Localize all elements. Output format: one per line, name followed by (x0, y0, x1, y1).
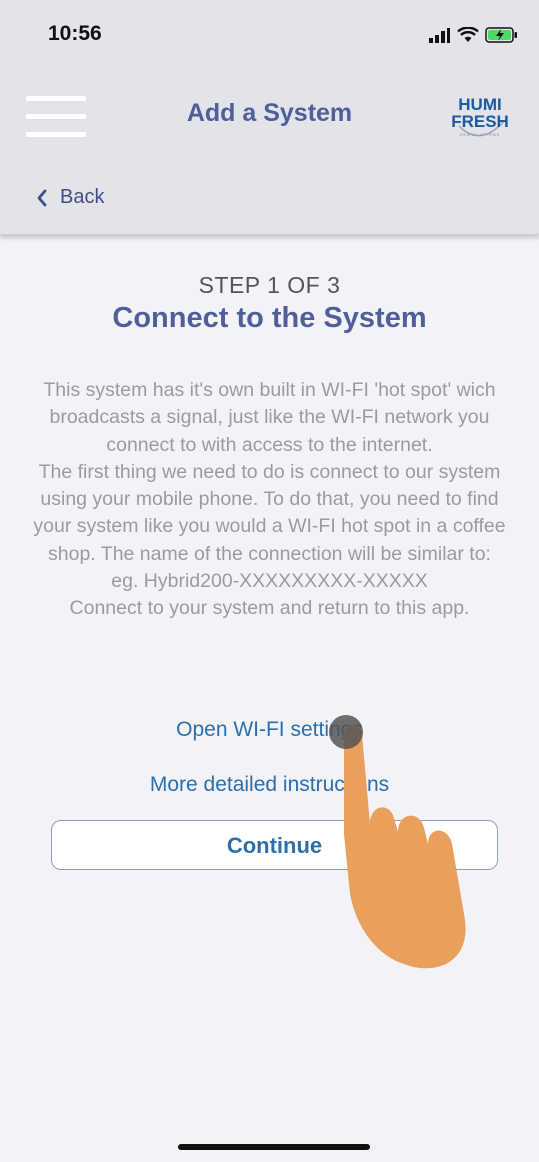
svg-text:VENTILATIONS: VENTILATIONS (460, 132, 501, 137)
wifi-icon (457, 27, 479, 42)
detailed-instructions-link[interactable]: More detailed instructions (0, 773, 539, 797)
open-wifi-settings-link[interactable]: Open WI-FI settings (0, 718, 539, 742)
status-icons (429, 24, 519, 46)
step-indicator: STEP 1 OF 3 (198, 272, 341, 298)
cellular-signal-icon (429, 28, 450, 43)
home-indicator (178, 1144, 370, 1150)
status-time: 10:56 (48, 22, 102, 45)
continue-button[interactable]: Continue (51, 820, 498, 870)
battery-charging-icon (485, 27, 517, 43)
chevron-left-icon (37, 189, 47, 206)
back-bar: Back (0, 162, 539, 235)
instructions-example: eg. Hybrid200-XXXXXXXXX-XXXXX (111, 570, 428, 593)
instructions-closing: Connect to your system and return to thi… (69, 597, 470, 620)
instructions-paragraph-1: This system has it's own built in WI-FI … (43, 379, 496, 456)
status-bar: 10:56 (0, 0, 539, 72)
app-header: Add a System HUMI FRESH VENTILATIONS (0, 72, 539, 162)
step-title: Connect to the System (112, 302, 427, 334)
svg-text:FRESH: FRESH (451, 112, 509, 131)
humi-fresh-logo: HUMI FRESH VENTILATIONS (451, 95, 509, 137)
instructions-paragraph-2: The first thing we need to do is connect… (33, 460, 506, 565)
instructions-text: This system has it's own built in WI-FI … (20, 377, 519, 623)
back-button[interactable]: Back (36, 186, 104, 209)
back-label: Back (60, 186, 105, 208)
